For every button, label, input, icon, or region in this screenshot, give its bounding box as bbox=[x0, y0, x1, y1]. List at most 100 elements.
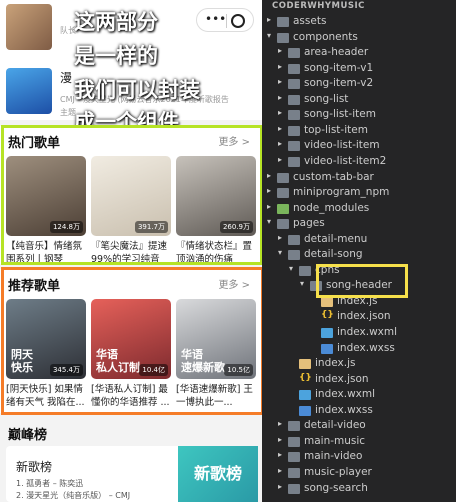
songlist-card[interactable]: 华语 速爆新歌 10.5亿 [华语速爆新歌] 王一博执此一... bbox=[176, 299, 256, 409]
folder-icon bbox=[277, 32, 289, 43]
folder-row[interactable]: ▸ top-list-item bbox=[262, 123, 456, 140]
js-file-icon bbox=[321, 296, 333, 307]
tree-item-label: song-list bbox=[304, 92, 349, 105]
tree-item-label: music-player bbox=[304, 465, 372, 478]
chevron-right-icon[interactable]: ▸ bbox=[278, 482, 288, 491]
chevron-right-icon[interactable]: ▸ bbox=[278, 466, 288, 475]
chevron-right-icon[interactable]: ▸ bbox=[267, 186, 277, 195]
chevron-right-icon[interactable]: ▸ bbox=[267, 202, 277, 211]
songlist-name: 【纯音乐】情绪氛围系列丨钢琴 bbox=[6, 241, 83, 265]
folder-icon bbox=[288, 63, 300, 74]
folder-row[interactable]: ▸ main-music bbox=[262, 434, 456, 451]
chevron-right-icon[interactable]: ▸ bbox=[278, 108, 288, 117]
tree-item-label: detail-menu bbox=[304, 232, 368, 245]
chevron-right-icon[interactable]: ▸ bbox=[278, 233, 288, 242]
annotation-line: 我们可以封装 bbox=[74, 78, 200, 102]
file-row[interactable]: index.wxss bbox=[262, 341, 456, 358]
folder-row[interactable]: ▾ cpns bbox=[262, 263, 456, 280]
songlist-card[interactable]: 华语 私人订制 10.4亿 [华语私人订制] 最懂你的华语推荐 ... bbox=[91, 299, 171, 409]
tree-item-label: pages bbox=[293, 217, 325, 230]
chevron-right-icon[interactable]: ▸ bbox=[278, 419, 288, 428]
folder-icon bbox=[277, 203, 289, 214]
folder-row[interactable]: ▸ custom-tab-bar bbox=[262, 170, 456, 187]
chevron-right-icon[interactable]: ▸ bbox=[278, 62, 288, 71]
folder-icon bbox=[288, 452, 300, 463]
chevron-right-icon[interactable]: ▸ bbox=[278, 46, 288, 55]
file-row[interactable]: index.wxml bbox=[262, 387, 456, 404]
file-row[interactable]: {} index.json bbox=[262, 372, 456, 389]
chevron-right-icon[interactable]: ▸ bbox=[278, 93, 288, 102]
songlist-name: [阴天快乐] 如果情绪有天气 我陷在... bbox=[6, 384, 85, 408]
album-thumb bbox=[6, 4, 52, 50]
folder-row[interactable]: ▸ video-list-item2 bbox=[262, 154, 456, 171]
folder-row[interactable]: ▸ node_modules bbox=[262, 201, 456, 218]
songlist-card[interactable]: 391.7万 『笔尖魔法』提速99%的学习纯音 bbox=[91, 156, 171, 266]
songlist-name: 『情绪状态栏』置顶汹涌的伤痛 bbox=[176, 241, 253, 265]
folder-row[interactable]: ▸ music-player bbox=[262, 465, 456, 482]
ranking-title: 新歌榜 bbox=[16, 460, 53, 474]
folder-row[interactable]: ▸ song-list-item bbox=[262, 107, 456, 124]
chevron-right-icon[interactable]: ▸ bbox=[278, 155, 288, 164]
chevron-right-icon[interactable]: ▸ bbox=[278, 435, 288, 444]
folder-row[interactable]: ▸ song-list bbox=[262, 92, 456, 109]
folder-icon bbox=[288, 141, 300, 152]
folder-row[interactable]: ▸ video-list-item bbox=[262, 138, 456, 155]
chevron-right-icon[interactable]: ▸ bbox=[278, 139, 288, 148]
chevron-right-icon[interactable]: ▸ bbox=[278, 77, 288, 86]
folder-row[interactable]: ▸ song-item-v2 bbox=[262, 76, 456, 93]
folder-row[interactable]: ▾ pages bbox=[262, 216, 456, 233]
tree-item-label: cpns bbox=[315, 263, 340, 276]
folder-row[interactable]: ▸ song-search bbox=[262, 481, 456, 498]
chevron-down-icon[interactable]: ▾ bbox=[267, 31, 277, 40]
chevron-down-icon[interactable]: ▾ bbox=[300, 279, 310, 288]
file-row[interactable]: index.js bbox=[262, 356, 456, 373]
ranking-card[interactable]: 新歌榜 1. 孤勇者 – 陈奕迅 2. 漫天星光（纯音乐版） – CMJ 新歌榜 bbox=[6, 446, 258, 502]
folder-row[interactable]: ▸ song-item-v1 bbox=[262, 61, 456, 78]
tree-item-label: video-list-item bbox=[304, 139, 380, 152]
tree-item-label: assets bbox=[293, 15, 327, 27]
chevron-down-icon[interactable]: ▾ bbox=[289, 264, 299, 273]
chevron-right-icon[interactable]: ▸ bbox=[267, 171, 277, 180]
folder-row[interactable]: ▸ assets bbox=[262, 14, 456, 31]
file-row[interactable]: {} index.json bbox=[262, 309, 456, 326]
songlist-card[interactable]: 260.9万 『情绪状态栏』置顶汹涌的伤痛 bbox=[176, 156, 256, 266]
close-icon[interactable] bbox=[231, 14, 245, 28]
chevron-right-icon[interactable]: ▸ bbox=[278, 450, 288, 459]
folder-row[interactable]: ▸ detail-menu bbox=[262, 232, 456, 249]
play-count: 124.8万 bbox=[49, 221, 83, 233]
tree-item-label: custom-tab-bar bbox=[293, 170, 374, 183]
chevron-down-icon[interactable]: ▾ bbox=[267, 217, 277, 226]
folder-row[interactable]: ▸ main-video bbox=[262, 449, 456, 466]
folder-row[interactable]: ▸ detail-video bbox=[262, 418, 456, 435]
folder-row[interactable]: ▾ song-header bbox=[262, 278, 456, 295]
folder-icon bbox=[288, 234, 300, 245]
folder-row[interactable]: ▸ area-header bbox=[262, 45, 456, 62]
file-row[interactable]: index.wxss bbox=[262, 403, 456, 420]
file-row[interactable]: index.js bbox=[262, 294, 456, 311]
tree-item-label: song-list-item bbox=[304, 108, 376, 121]
chevron-down-icon[interactable]: ▾ bbox=[278, 248, 288, 257]
section-title: 推荐歌单 bbox=[8, 279, 61, 294]
chevron-right-icon[interactable]: ▸ bbox=[278, 124, 288, 133]
more-icon[interactable]: ••• bbox=[205, 12, 226, 26]
songlist-card[interactable]: 阴天 快乐 345.4万 [阴天快乐] 如果情绪有天气 我陷在... bbox=[6, 299, 86, 409]
tree-item-label: main-video bbox=[304, 450, 363, 463]
file-explorer: CODERWHYMUSIC ▸ assets ▾ components ▸ area-he… bbox=[262, 0, 456, 502]
cover-caption: 华语 速爆新歌 bbox=[181, 348, 225, 374]
play-count: 260.9万 bbox=[219, 221, 253, 233]
songlist-name: [华语速爆新歌] 王一博执此一... bbox=[176, 384, 253, 408]
mini-program-capsule[interactable]: ••• bbox=[196, 8, 254, 32]
more-link[interactable]: 更多 > bbox=[218, 133, 250, 148]
tree-item-label: components bbox=[293, 30, 358, 43]
folder-row[interactable]: ▸ miniprogram_npm bbox=[262, 185, 456, 202]
chevron-right-icon[interactable]: ▸ bbox=[267, 15, 277, 24]
songlist-card[interactable]: 124.8万 【纯音乐】情绪氛围系列丨钢琴 bbox=[6, 156, 86, 266]
folder-row[interactable]: ▾ detail-song bbox=[262, 247, 456, 264]
tree-item-label: index.wxss bbox=[337, 341, 395, 354]
folder-row[interactable]: ▾ components bbox=[262, 30, 456, 47]
json-file-icon: {} bbox=[321, 310, 334, 321]
tree-item-label: song-search bbox=[304, 481, 368, 494]
file-row[interactable]: index.wxml bbox=[262, 325, 456, 342]
tree-item-label: index.json bbox=[315, 372, 369, 385]
more-link[interactable]: 更多 > bbox=[218, 276, 250, 291]
